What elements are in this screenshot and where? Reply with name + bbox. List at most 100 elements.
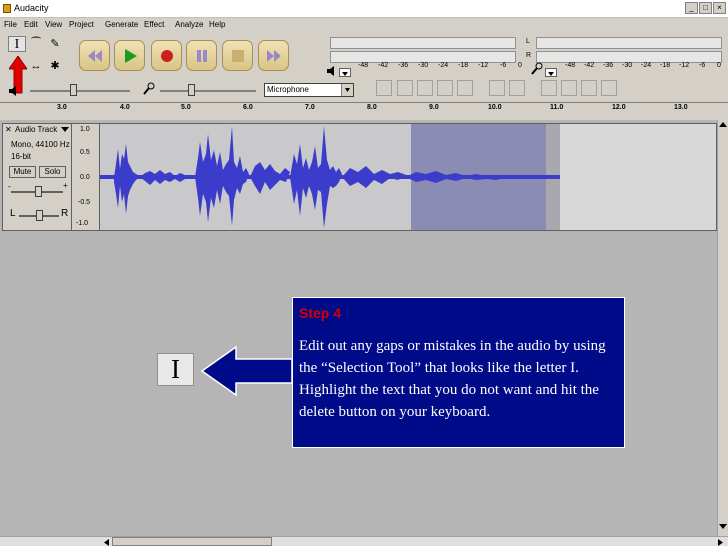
scale-label: 0.0 (80, 174, 90, 181)
window-title: Audacity (14, 3, 49, 13)
ruler-tick: 13.0 (674, 104, 688, 111)
solo-button[interactable]: Solo (39, 166, 66, 178)
record-meter-menu[interactable] (545, 68, 557, 77)
track-bitdepth-info: 16-bit (11, 152, 32, 161)
zoom-out-button[interactable] (561, 80, 577, 96)
track-menu-arrow-icon[interactable] (61, 127, 69, 133)
input-volume-mic-icon (143, 82, 155, 95)
timeline-ruler[interactable]: 3.0 4.0 5.0 6.0 7.0 8.0 9.0 10.0 11.0 12… (0, 102, 728, 120)
skip-start-icon (88, 50, 102, 62)
audio-waveform (100, 126, 560, 228)
tutorial-callout: Step 4 Edit out any gaps or mistakes in … (292, 297, 625, 448)
record-button[interactable] (151, 40, 182, 71)
pan-slider-thumb[interactable] (36, 210, 43, 221)
chevron-down-icon[interactable] (341, 84, 353, 96)
ruler-tick: 7.0 (305, 104, 315, 111)
scroll-right-icon[interactable] (718, 539, 724, 546)
skip-end-icon (267, 50, 281, 62)
cut-button[interactable] (376, 80, 392, 96)
pan-left-label: L (10, 208, 16, 219)
ruler-tick: 8.0 (367, 104, 377, 111)
scale-label: 1.0 (80, 126, 90, 133)
menu-file[interactable]: File (4, 20, 17, 29)
output-volume-speaker-icon (9, 86, 16, 96)
skip-to-start-button[interactable] (79, 40, 110, 71)
draw-tool-icon[interactable]: ✎ (46, 36, 64, 52)
vertical-scrollbar[interactable] (717, 120, 728, 536)
input-volume-thumb[interactable] (188, 84, 195, 96)
fit-project-button[interactable] (601, 80, 617, 96)
undo-button[interactable] (489, 80, 505, 96)
scroll-left-icon[interactable] (104, 539, 110, 546)
audacity-app-icon (3, 4, 11, 13)
track-format-info: Mono, 44100 Hz (11, 140, 70, 149)
mute-button[interactable]: Mute (9, 166, 36, 178)
speaker-icon (327, 66, 334, 76)
trim-button[interactable] (437, 80, 453, 96)
play-meter-scale: -48 -42 -36 -30 -24 -18 -12 -6 0 (358, 62, 522, 69)
track-close-icon[interactable]: ✕ (5, 125, 12, 134)
dropdown-arrow-icon (342, 72, 348, 76)
blue-left-arrow-icon (200, 345, 293, 397)
waveform-view[interactable] (99, 123, 717, 231)
toolbar-area: I ⁀ ✎ ↔ ✱ L R -48 -42 -36 -30 -24 -18 -1… (0, 32, 728, 102)
input-source-select[interactable]: Microphone (264, 83, 354, 97)
multi-tool-icon[interactable]: ✱ (46, 58, 64, 74)
timeshift-tool-icon[interactable]: ↔ (27, 58, 45, 74)
paste-button[interactable] (417, 80, 433, 96)
copy-button[interactable] (397, 80, 413, 96)
record-icon (161, 50, 173, 62)
scroll-down-icon[interactable] (719, 524, 727, 530)
play-button[interactable] (114, 40, 145, 71)
pause-button[interactable] (186, 40, 217, 71)
amplitude-scale: 1.0 0.5 0.0 -0.5 -1.0 (72, 123, 99, 231)
close-button[interactable]: × (713, 2, 726, 14)
ruler-tick: 4.0 (120, 104, 130, 111)
output-volume-slider[interactable] (30, 90, 130, 92)
menu-generate[interactable]: Generate (105, 20, 138, 29)
microphone-icon (531, 62, 543, 75)
ruler-tick: 12.0 (612, 104, 626, 111)
track-control-panel: ✕ Audio Track Mono, 44100 Hz 16-bit Mute… (2, 123, 72, 231)
envelope-tool-icon[interactable]: ⁀ (27, 36, 45, 52)
skip-to-end-button[interactable] (258, 40, 289, 71)
menu-bar: File Edit View Project Generate Effect A… (0, 18, 728, 32)
scroll-up-icon[interactable] (719, 122, 727, 128)
menu-effect[interactable]: Effect (144, 20, 164, 29)
play-icon (125, 49, 137, 63)
track-name-menu[interactable]: Audio Track (15, 125, 57, 134)
stop-button[interactable] (222, 40, 253, 71)
output-level-meter (330, 37, 516, 49)
ruler-tick: 10.0 (488, 104, 502, 111)
ruler-tick: 11.0 (550, 104, 564, 111)
scale-label: -0.5 (78, 199, 91, 206)
step-instructions: Edit out any gaps or mistakes in the aud… (299, 338, 606, 420)
redo-button[interactable] (509, 80, 525, 96)
play-meter-menu[interactable] (339, 68, 351, 77)
scale-label: -1.0 (76, 220, 89, 227)
menu-view[interactable]: View (45, 20, 62, 29)
output-volume-thumb[interactable] (70, 84, 77, 96)
zoom-in-button[interactable] (541, 80, 557, 96)
menu-analyze[interactable]: Analyze (175, 20, 203, 29)
minimize-button[interactable]: _ (685, 2, 698, 14)
gain-slider-thumb[interactable] (35, 186, 42, 197)
gain-plus-label: + (63, 181, 68, 190)
selection-tool-icon[interactable]: I (8, 36, 26, 52)
maximize-button[interactable]: □ (699, 2, 712, 14)
input-volume-slider[interactable] (160, 90, 256, 92)
fit-selection-button[interactable] (581, 80, 597, 96)
menu-help[interactable]: Help (209, 20, 225, 29)
menu-edit[interactable]: Edit (24, 20, 38, 29)
horizontal-scroll-thumb[interactable] (112, 537, 272, 546)
selection-tool-illustration: I (157, 353, 194, 386)
menu-project[interactable]: Project (69, 20, 94, 29)
scale-label: 0.5 (80, 149, 90, 156)
title-bar: Audacity _ □ × (0, 0, 728, 18)
stop-icon (232, 50, 244, 62)
silence-button[interactable] (457, 80, 473, 96)
gain-minus-label: - (8, 182, 11, 191)
meter-left-label: L (526, 38, 530, 45)
input-source-value: Microphone (267, 85, 309, 94)
horizontal-scrollbar[interactable] (0, 536, 728, 546)
